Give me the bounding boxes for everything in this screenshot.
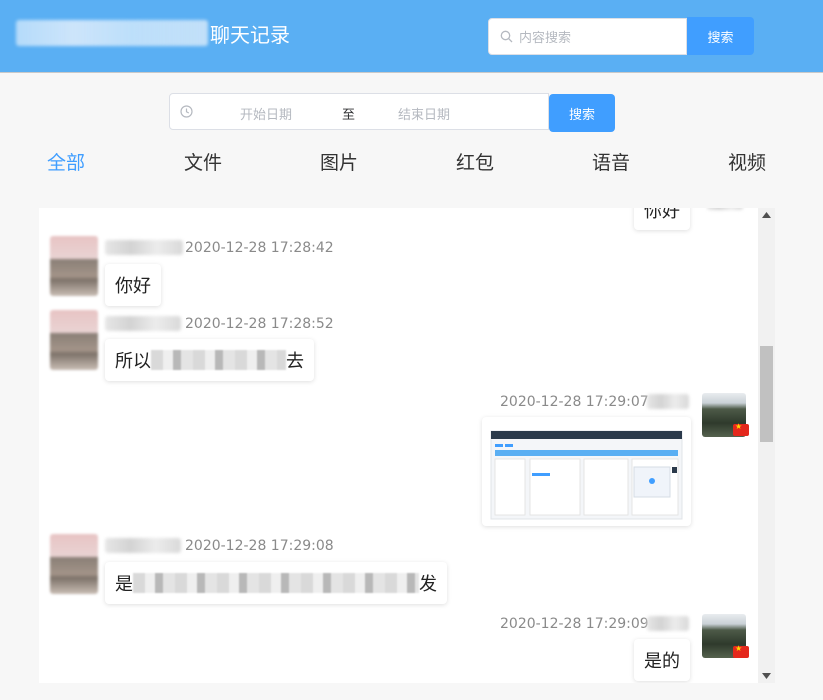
- title-text: 聊天记录: [210, 22, 290, 47]
- message-time: 2020-12-28 17:29:09: [500, 616, 649, 632]
- avatar[interactable]: [50, 236, 98, 296]
- screenshot-thumbnail: [490, 430, 683, 520]
- tab-red-packets[interactable]: 红包: [456, 148, 494, 175]
- flag-icon: [733, 422, 749, 436]
- scroll-up-arrow-icon[interactable]: [762, 212, 771, 218]
- tab-video[interactable]: 视频: [728, 148, 766, 175]
- message-time: 2020-12-28 17:29:08: [185, 538, 334, 554]
- message-list[interactable]: 你好 2020-12-28 17:28:42 你好 2020-12-28 17:…: [39, 208, 775, 683]
- redacted-text: [133, 573, 419, 593]
- date-range-picker[interactable]: 开始日期 至 结束日期: [169, 93, 549, 130]
- message-bubble[interactable]: 你好: [634, 208, 690, 230]
- category-tabs: 全部 文件 图片 红包 语音 视频: [0, 148, 823, 182]
- date-search-button[interactable]: 搜索: [549, 94, 615, 132]
- message-time: 2020-12-28 17:28:52: [185, 316, 334, 332]
- tab-files[interactable]: 文件: [184, 148, 222, 175]
- clock-icon: [180, 105, 193, 118]
- message-text: 你好: [115, 276, 151, 297]
- message-bubble[interactable]: 是的: [634, 639, 690, 681]
- scroll-down-arrow-icon[interactable]: [762, 673, 771, 679]
- tab-all[interactable]: 全部: [47, 148, 85, 175]
- tab-voice[interactable]: 语音: [592, 148, 630, 175]
- date-separator: 至: [342, 108, 356, 123]
- message-text: 你好: [644, 208, 680, 222]
- avatar[interactable]: [50, 534, 98, 594]
- message-bubble[interactable]: 是 发: [105, 562, 447, 604]
- chat-title: 聊天记录: [16, 18, 290, 48]
- message-text-end: 发: [419, 574, 437, 595]
- avatar[interactable]: [50, 310, 98, 370]
- end-date-input[interactable]: 结束日期: [398, 104, 450, 123]
- flag-icon: [733, 644, 749, 658]
- blurred-sender-name: [707, 208, 743, 210]
- blurred-sender-name: [647, 394, 689, 409]
- header-search-button[interactable]: 搜索: [687, 17, 754, 55]
- message-time: 2020-12-28 17:28:42: [185, 240, 334, 256]
- message-time: 2020-12-28 17:29:07: [500, 394, 649, 410]
- redacted-text: [151, 350, 286, 370]
- message-text-start: 是: [115, 574, 133, 595]
- blurred-contact-name: [16, 20, 208, 46]
- blurred-sender-name: [105, 240, 183, 255]
- tab-images[interactable]: 图片: [320, 148, 358, 175]
- image-message[interactable]: [482, 417, 691, 526]
- message-text: 是的: [644, 651, 680, 672]
- message-text-end: 去: [286, 351, 304, 372]
- content-search-field[interactable]: [488, 18, 687, 55]
- content-search-input[interactable]: [517, 25, 681, 51]
- blurred-sender-name: [647, 616, 689, 631]
- message-text-start: 所以: [115, 351, 151, 372]
- message-bubble[interactable]: 你好: [105, 264, 161, 306]
- blurred-sender-name: [105, 316, 181, 331]
- blurred-sender-name: [105, 538, 181, 553]
- chat-scrollbar[interactable]: [758, 208, 775, 683]
- start-date-input[interactable]: 开始日期: [240, 104, 292, 123]
- message-bubble[interactable]: 所以 去: [105, 339, 314, 381]
- app-header: 聊天记录 搜索: [0, 0, 823, 73]
- scrollbar-thumb[interactable]: [760, 346, 773, 442]
- search-icon: [500, 30, 513, 43]
